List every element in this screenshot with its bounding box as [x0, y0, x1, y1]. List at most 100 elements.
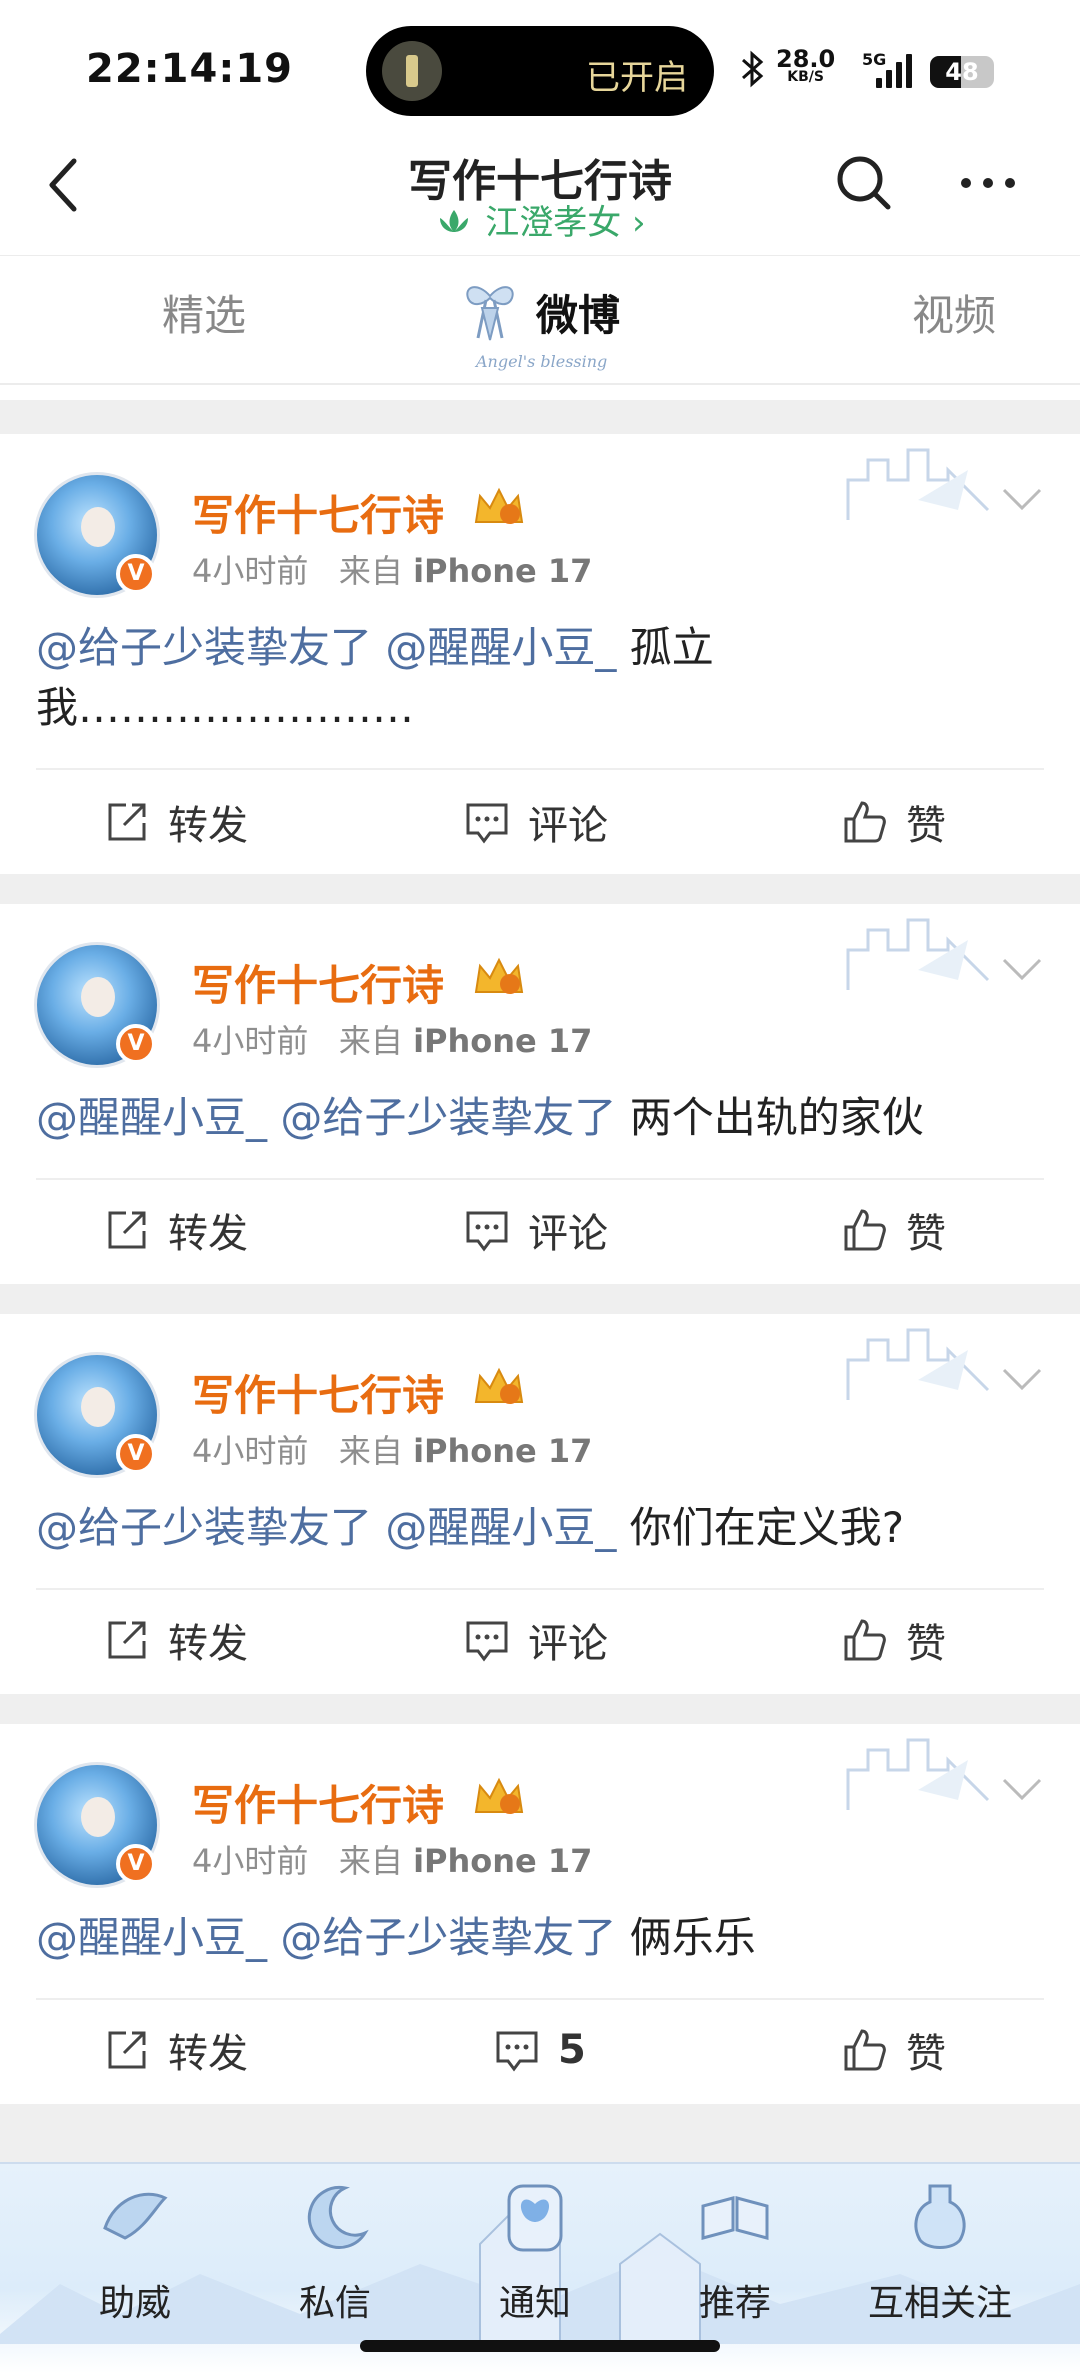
like-label: 赞 — [906, 1621, 946, 1667]
share-icon — [108, 1211, 146, 1249]
comment-icon — [466, 1621, 508, 1662]
castle-decoration-icon — [846, 1738, 990, 1810]
moon-icon — [307, 2185, 369, 2249]
more-options-button[interactable] — [956, 151, 1020, 215]
network-speed: 28.0 KB/S — [776, 47, 835, 84]
tab-deco-text: Angel's blessing — [476, 352, 608, 371]
chevron-down-icon[interactable] — [1000, 484, 1044, 514]
status-time: 22:14:19 — [86, 46, 293, 92]
post-text: @醒醒小豆_ @给子少装挚友了 俩乐乐 — [36, 1908, 1046, 1968]
post-source-prefix: 来自 — [338, 1842, 403, 1880]
like-label: 赞 — [906, 1211, 946, 1257]
battery-icon: 48 — [930, 56, 994, 88]
post-meta: 4小时前 来自 iPhone 17 — [192, 1836, 592, 1882]
castle-decoration-icon — [846, 448, 990, 520]
message-button[interactable]: 私信 — [250, 2164, 420, 2324]
comment-button[interactable]: 评论 — [464, 1590, 608, 1690]
more-dots-icon — [961, 178, 1015, 188]
comment-button[interactable]: 评论 — [464, 772, 608, 872]
mutual-follow-button[interactable]: 互相关注 — [855, 2164, 1025, 2324]
post-source: iPhone 17 — [413, 1842, 593, 1880]
recommend-button[interactable]: 推荐 — [650, 2164, 820, 2324]
post-actions: 转发 评论 赞 — [0, 772, 1080, 872]
weibo-post[interactable]: V 写作十七行诗 4小时前 来自 iPhone 17 @醒醒小豆_ @给子少装挚… — [0, 904, 1080, 1284]
like-button[interactable]: 赞 — [842, 1180, 946, 1280]
cheer-button[interactable]: 助威 — [50, 2164, 220, 2324]
message-label: 私信 — [298, 2283, 371, 2324]
chevron-down-icon[interactable] — [1000, 954, 1044, 984]
weibo-post[interactable]: V 写作十七行诗 4小时前 来自 iPhone 17 @给子少装挚友了 @醒醒小… — [0, 1314, 1080, 1694]
post-text-body: 两个出轨的家伙 — [616, 1093, 924, 1142]
repost-label: 转发 — [168, 2031, 248, 2077]
comment-icon — [496, 2031, 538, 2072]
post-source-prefix: 来自 — [338, 1432, 403, 1470]
like-button[interactable]: 赞 — [842, 1590, 946, 1690]
flashlight-icon — [382, 41, 442, 101]
mention-link[interactable]: @给子少装挚友了 — [280, 1913, 616, 1962]
post-author[interactable]: 写作十七行诗 — [192, 1362, 444, 1423]
crown-badge-icon — [474, 957, 524, 994]
mention-link[interactable]: @醒醒小豆_ — [36, 1093, 267, 1142]
mention-link[interactable]: @给子少装挚友了 — [36, 1503, 372, 1552]
bird-icon — [103, 2192, 168, 2240]
repost-label: 转发 — [168, 803, 248, 849]
post-author[interactable]: 写作十七行诗 — [192, 1772, 444, 1833]
comment-button[interactable]: 评论 — [464, 1180, 608, 1280]
post-meta: 4小时前 来自 iPhone 17 — [192, 1016, 592, 1062]
post-author[interactable]: 写作十七行诗 — [192, 952, 444, 1013]
post-actions: 转发 评论 赞 — [0, 1180, 1080, 1280]
post-time: 4小时前 — [192, 552, 309, 590]
comment-label: 评论 — [528, 1621, 608, 1667]
home-indicator[interactable] — [360, 2340, 720, 2352]
thumbs-up-icon — [844, 2029, 886, 2071]
comment-button[interactable]: 5 — [494, 2000, 586, 2100]
search-button[interactable] — [832, 151, 896, 215]
post-meta: 4小时前 来自 iPhone 17 — [192, 546, 592, 592]
like-button[interactable]: 赞 — [842, 772, 946, 872]
status-bar: 22:14:19 已开启 28.0 KB/S 5G 48 — [0, 0, 1080, 145]
post-text: @给子少装挚友了 @醒醒小豆_ 孤立我…………………… — [36, 618, 1046, 738]
comment-label: 评论 — [528, 1211, 608, 1257]
post-author[interactable]: 写作十七行诗 — [192, 482, 444, 543]
tab-weibo[interactable]: 微博 — [536, 282, 620, 343]
butterfly-icon — [507, 2184, 563, 2252]
page-subtitle-link[interactable]: 江澄孝女 › — [0, 195, 1080, 244]
recommend-label: 推荐 — [698, 2283, 771, 2324]
notification-button[interactable]: 通知 — [450, 2164, 620, 2324]
dynamic-island[interactable]: 已开启 — [366, 26, 714, 116]
chevron-down-icon[interactable] — [1000, 1774, 1044, 1804]
thumbs-up-icon — [844, 801, 886, 843]
crown-badge-icon — [474, 1777, 524, 1814]
tabs-divider — [0, 383, 1080, 385]
bluetooth-icon — [740, 50, 766, 97]
weibo-post[interactable]: V 写作十七行诗 4小时前 来自 iPhone 17 @醒醒小豆_ @给子少装挚… — [0, 1724, 1080, 2104]
potion-bottle-icon — [914, 2184, 966, 2249]
weibo-post[interactable]: V 写作十七行诗 4小时前 来自 iPhone 17 @给子少装挚友了 @醒醒小… — [0, 434, 1080, 874]
tab-video[interactable]: 视频 — [912, 282, 996, 343]
like-button[interactable]: 赞 — [842, 2000, 946, 2100]
book-icon — [701, 2196, 769, 2240]
section-separator — [0, 400, 1080, 434]
post-separator — [0, 1284, 1080, 1314]
mention-link[interactable]: @醒醒小豆_ — [36, 1913, 267, 1962]
repost-button[interactable]: 转发 — [104, 2000, 248, 2100]
post-actions: 转发 评论 赞 — [0, 1590, 1080, 1690]
tab-featured[interactable]: 精选 — [162, 282, 246, 343]
repost-button[interactable]: 转发 — [104, 1180, 248, 1280]
mention-link[interactable]: @醒醒小豆_ — [385, 1503, 616, 1552]
mention-link[interactable]: @给子少装挚友了 — [36, 623, 372, 672]
mutual-follow-label: 互相关注 — [867, 2283, 1012, 2324]
post-source: iPhone 17 — [413, 552, 593, 590]
mention-link[interactable]: @给子少装挚友了 — [280, 1093, 616, 1142]
post-source: iPhone 17 — [413, 1022, 593, 1060]
like-label: 赞 — [906, 2031, 946, 2077]
repost-button[interactable]: 转发 — [104, 1590, 248, 1690]
navigation-bar: 写作十七行诗 江澄孝女 › — [0, 145, 1080, 255]
thumbs-up-icon — [844, 1209, 886, 1251]
post-text-body: 俩乐乐 — [616, 1913, 756, 1962]
repost-button[interactable]: 转发 — [104, 772, 248, 872]
chevron-down-icon[interactable] — [1000, 1364, 1044, 1394]
crown-badge-icon — [474, 1367, 524, 1404]
notification-label: 通知 — [498, 2283, 571, 2324]
mention-link[interactable]: @醒醒小豆_ — [385, 623, 616, 672]
